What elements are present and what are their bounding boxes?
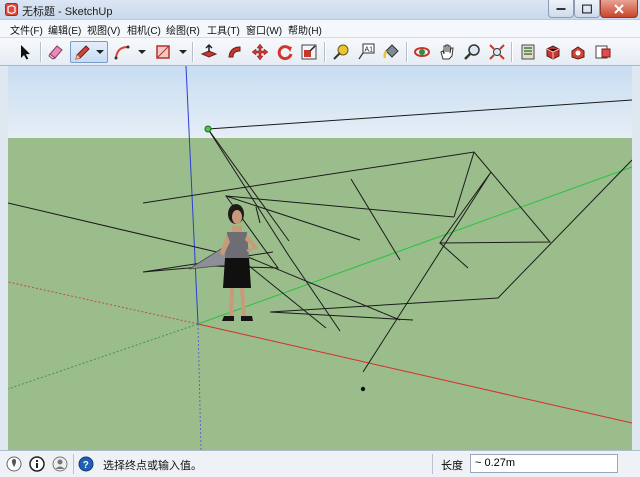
close-icon	[614, 3, 624, 14]
arc-icon	[114, 45, 130, 60]
cursor-point-marker	[360, 386, 366, 392]
ground	[8, 138, 632, 450]
minimize-button[interactable]	[548, 0, 574, 18]
rectangle-tool-dropdown[interactable]	[179, 50, 187, 54]
minimize-icon	[556, 7, 566, 10]
paint-bucket-icon	[383, 44, 399, 59]
menu-tools[interactable]: 工具(T)	[207, 22, 240, 37]
status-message: 选择终点或输入值。	[103, 460, 202, 472]
send-to-layout-button[interactable]	[592, 41, 614, 63]
line-tool-dropdown[interactable]	[96, 50, 104, 54]
extension-warehouse-icon	[571, 46, 585, 60]
help-icon[interactable]: ?	[78, 456, 94, 472]
sky	[8, 66, 632, 138]
menu-bar: 文件(F) 编辑(E) 视图(V) 相机(C) 绘图(R) 工具(T) 窗口(W…	[0, 20, 640, 38]
follow-me-tool-button[interactable]	[224, 41, 246, 63]
rectangle-tool-button[interactable]	[152, 41, 174, 63]
rotate-tool-button[interactable]	[274, 41, 296, 63]
toolbar-separator	[324, 42, 325, 62]
svg-text:A1: A1	[365, 47, 374, 54]
toolbar-separator	[40, 42, 41, 62]
push-pull-icon	[200, 43, 218, 58]
close-button[interactable]	[600, 0, 638, 18]
text-icon: A1	[358, 43, 375, 60]
follow-me-icon	[228, 46, 241, 58]
paint-bucket-tool-button[interactable]	[380, 41, 402, 63]
eraser-tool-button[interactable]	[45, 41, 67, 63]
menu-edit[interactable]: 编辑(E)	[48, 22, 81, 37]
arc-tool-button[interactable]	[111, 41, 133, 63]
zoom-tool-button[interactable]	[461, 41, 483, 63]
3d-warehouse-icon	[521, 44, 535, 60]
svg-text:?: ?	[83, 460, 89, 471]
arc-tool-dropdown[interactable]	[138, 50, 146, 54]
select-icon	[21, 45, 30, 60]
pan-tool-button[interactable]	[436, 41, 458, 63]
measurement-input[interactable]: ~ 0.27m	[470, 454, 618, 473]
viewport-canvas[interactable]	[8, 66, 632, 450]
user-account-icon[interactable]	[52, 456, 68, 472]
zoom-extents-icon	[489, 44, 505, 60]
rectangle-icon	[156, 45, 170, 59]
status-bar: ? 选择终点或输入值。 长度 ~ 0.27m	[0, 450, 640, 477]
window-title: 无标题 - SketchUp	[22, 6, 113, 18]
main-toolbar: A1	[0, 38, 640, 66]
eraser-icon	[48, 45, 63, 60]
select-tool-button[interactable]	[14, 41, 36, 63]
toolbar-separator	[192, 42, 193, 62]
toolbar-separator	[511, 42, 512, 62]
move-icon	[251, 43, 269, 61]
measurement-label: 长度	[441, 460, 463, 472]
zoom-extents-tool-button[interactable]	[486, 41, 508, 63]
orbit-icon	[414, 47, 430, 57]
sketchup-logo-icon	[5, 3, 18, 16]
extension-warehouse-button[interactable]	[567, 41, 589, 63]
push-pull-tool-button[interactable]	[198, 41, 220, 63]
send-to-layout-icon	[595, 45, 611, 59]
scale-icon	[301, 44, 317, 60]
menu-draw[interactable]: 绘图(R)	[166, 22, 200, 37]
menu-help[interactable]: 帮助(H)	[288, 22, 322, 37]
zoom-icon	[464, 44, 480, 60]
menu-view[interactable]: 视图(V)	[87, 22, 120, 37]
menu-file[interactable]: 文件(F)	[10, 22, 43, 37]
share-model-icon	[546, 45, 560, 60]
pan-icon	[440, 44, 454, 60]
title-bar: 无标题 - SketchUp	[0, 0, 640, 20]
start-point-marker	[204, 125, 212, 133]
geolocation-icon[interactable]	[6, 456, 22, 472]
status-separator	[432, 454, 433, 474]
tape-measure-tool-button[interactable]	[330, 41, 352, 63]
pencil-line-icon	[75, 45, 90, 60]
status-separator	[73, 454, 74, 474]
model-viewport[interactable]	[8, 66, 632, 450]
menu-window[interactable]: 窗口(W)	[246, 22, 282, 37]
menu-camera[interactable]: 相机(C)	[127, 22, 161, 37]
text-tool-button[interactable]: A1	[355, 41, 377, 63]
scale-tool-button[interactable]	[298, 41, 320, 63]
toolbar-separator	[406, 42, 407, 62]
3d-warehouse-button[interactable]	[517, 41, 539, 63]
maximize-button[interactable]	[574, 0, 600, 18]
share-model-button[interactable]	[542, 41, 564, 63]
move-tool-button[interactable]	[249, 41, 271, 63]
credits-info-icon[interactable]	[29, 456, 45, 472]
maximize-icon	[582, 4, 592, 13]
orbit-tool-button[interactable]	[411, 41, 433, 63]
rotate-icon	[277, 45, 293, 61]
tape-measure-icon	[333, 44, 349, 60]
